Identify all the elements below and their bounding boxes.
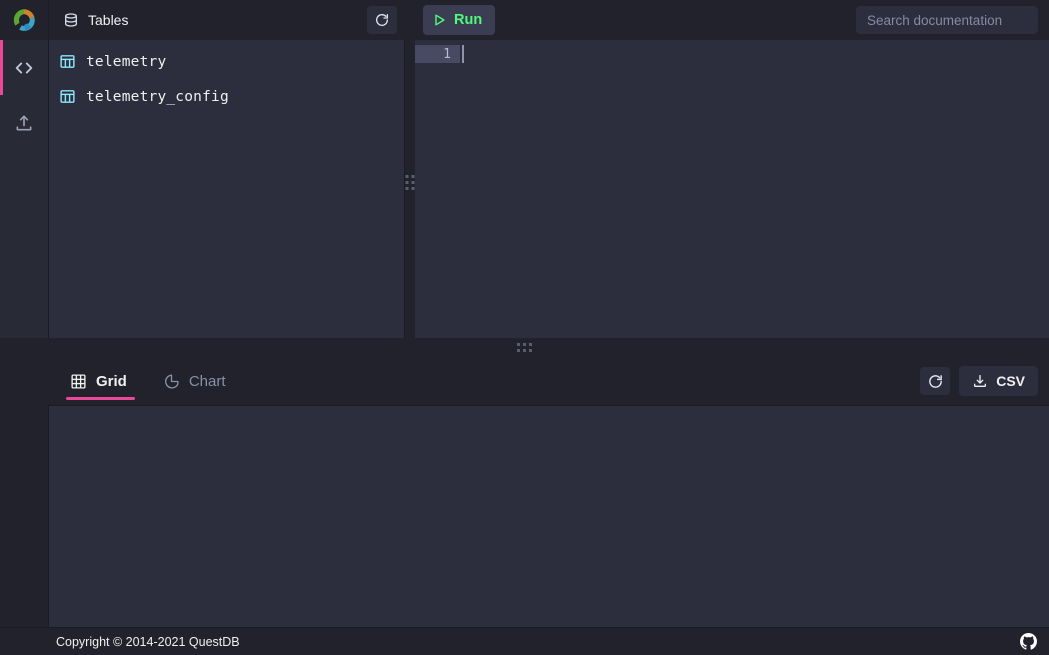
horizontal-splitter[interactable] bbox=[0, 338, 1049, 357]
tab-grid[interactable]: Grid bbox=[56, 357, 141, 405]
sidebar-item-console[interactable] bbox=[0, 40, 48, 95]
code-icon bbox=[13, 57, 35, 79]
table-label: telemetry bbox=[86, 54, 166, 70]
page-title: Tables bbox=[88, 12, 367, 28]
tables-sidebar: Tables telemetry bbox=[48, 0, 405, 338]
search-documentation-input[interactable] bbox=[856, 6, 1038, 34]
upload-icon bbox=[14, 113, 34, 133]
vertical-splitter[interactable] bbox=[405, 0, 415, 338]
table-icon bbox=[59, 88, 76, 105]
github-link[interactable] bbox=[1020, 633, 1037, 650]
run-label: Run bbox=[454, 12, 482, 28]
sql-editor[interactable]: 1 bbox=[415, 40, 1049, 338]
drag-handle-dots bbox=[517, 343, 532, 352]
table-label: telemetry_config bbox=[86, 89, 229, 105]
left-nav-rail bbox=[0, 0, 48, 338]
list-item[interactable]: telemetry_config bbox=[49, 79, 404, 114]
tables-header: Tables bbox=[48, 0, 405, 40]
tab-label: Grid bbox=[96, 373, 127, 390]
github-icon bbox=[1020, 633, 1037, 650]
results-tab-bar: Grid Chart CS bbox=[48, 357, 1049, 405]
download-icon bbox=[972, 373, 988, 389]
editor-toolbar: Run bbox=[415, 0, 1049, 40]
tab-label: Chart bbox=[189, 373, 226, 390]
copyright-text: Copyright © 2014-2021 QuestDB bbox=[56, 635, 240, 649]
refresh-icon bbox=[927, 373, 944, 390]
questdb-logo-icon bbox=[10, 6, 38, 34]
table-icon bbox=[59, 53, 76, 70]
database-icon bbox=[63, 12, 79, 28]
results-pane: Grid Chart CS bbox=[0, 357, 1049, 627]
pie-chart-icon bbox=[163, 373, 180, 390]
editor-gutter: 1 bbox=[415, 43, 460, 338]
tables-list: telemetry telemetry_config bbox=[48, 40, 405, 338]
results-grid-empty bbox=[48, 405, 1049, 627]
main-body: Tables telemetry bbox=[0, 0, 1049, 338]
tab-chart[interactable]: Chart bbox=[149, 357, 240, 405]
list-item[interactable]: telemetry bbox=[49, 44, 404, 79]
play-icon bbox=[433, 13, 446, 27]
sidebar-item-import[interactable] bbox=[0, 95, 48, 150]
footer: Copyright © 2014-2021 QuestDB bbox=[0, 627, 1049, 655]
csv-label: CSV bbox=[996, 373, 1025, 389]
run-button[interactable]: Run bbox=[423, 5, 495, 35]
rail-filler bbox=[0, 150, 48, 338]
refresh-tables-button[interactable] bbox=[367, 6, 397, 34]
drag-handle-dots bbox=[406, 175, 415, 190]
refresh-results-button[interactable] bbox=[920, 367, 950, 395]
questdb-web-console: Tables telemetry bbox=[0, 0, 1049, 655]
text-caret bbox=[462, 45, 464, 63]
refresh-icon bbox=[374, 12, 390, 28]
editor-code-area[interactable] bbox=[460, 43, 1049, 338]
questdb-logo bbox=[0, 0, 48, 40]
line-number: 1 bbox=[415, 45, 460, 63]
export-csv-button[interactable]: CSV bbox=[959, 366, 1038, 396]
grid-icon bbox=[70, 373, 87, 390]
editor-column: Run 1 bbox=[415, 0, 1049, 338]
